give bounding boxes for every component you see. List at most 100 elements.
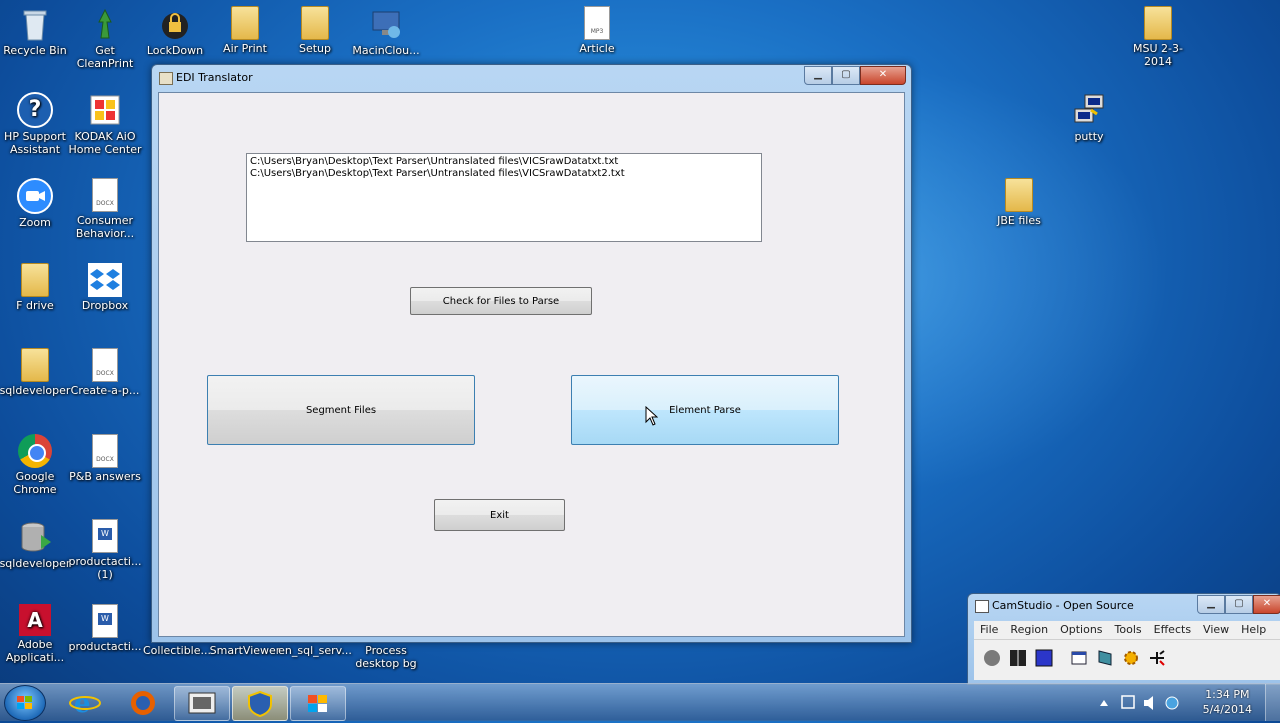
- camstudio-menubar: File Region Options Tools Effects View H…: [974, 621, 1280, 639]
- window-controls: ▁ ▢ ✕: [804, 66, 906, 85]
- docx-file-icon: DOCX: [92, 348, 118, 382]
- exit-button[interactable]: Exit: [434, 499, 565, 531]
- desktop-icon-putty[interactable]: putty: [1052, 92, 1126, 143]
- desktop-icon-dropbox[interactable]: Dropbox: [68, 263, 142, 312]
- desktop-icon-macincloud[interactable]: MacinClou...: [349, 6, 423, 57]
- element-parse-button[interactable]: Element Parse: [571, 375, 839, 445]
- recycle-bin-icon: [17, 6, 53, 42]
- menu-tools[interactable]: Tools: [1109, 621, 1148, 639]
- desktop-icon-hp-support[interactable]: ? HP Support Assistant: [0, 92, 72, 156]
- camstudio-app-icon: [975, 600, 989, 613]
- taskbar-paint[interactable]: [290, 686, 346, 721]
- camstudio-window: CamStudio - Open Source ▁ ▢ ✕ File Regio…: [967, 593, 1280, 685]
- taskbar-firefox[interactable]: [116, 686, 170, 719]
- start-button[interactable]: [4, 685, 46, 721]
- desktop-icon-process-desktop-bg[interactable]: Process desktop bg: [349, 644, 423, 670]
- segment-files-button[interactable]: Segment Files: [207, 375, 475, 445]
- word-doc-icon: W: [92, 519, 118, 553]
- windows-app-icon: [308, 695, 327, 712]
- show-desktop-button[interactable]: [1265, 684, 1280, 721]
- desktop-icon-sqldeveloper[interactable]: sqldeveloper: [0, 519, 72, 570]
- folder-icon: [1144, 6, 1172, 40]
- desktop-icon-consumer-behavior[interactable]: DOCX Consumer Behavior...: [68, 178, 142, 240]
- folder-icon: [231, 6, 259, 40]
- adobe-icon: A: [19, 604, 51, 636]
- putty-icon: [1071, 92, 1107, 128]
- check-files-button[interactable]: Check for Files to Parse: [410, 287, 592, 315]
- desktop-icon-lockdown[interactable]: LockDown: [138, 6, 212, 57]
- internet-explorer-icon: e: [69, 689, 101, 719]
- files-listbox[interactable]: C:\Users\Bryan\Desktop\Text Parser\Untra…: [246, 153, 762, 242]
- desktop-icon-productaction[interactable]: W productacti...: [68, 604, 142, 653]
- desktop-icon-pb-answers[interactable]: DOCX P&B answers: [68, 434, 142, 483]
- desktop-icon-kodak[interactable]: KODAK AiO Home Center: [68, 92, 142, 156]
- camstudio-close-button[interactable]: ✕: [1253, 595, 1280, 614]
- desktop-icon-setup[interactable]: Setup: [278, 6, 352, 55]
- desktop-icon-productaction-1[interactable]: W productacti... (1): [68, 519, 142, 581]
- menu-view[interactable]: View: [1197, 621, 1235, 639]
- camstudio-title: CamStudio - Open Source: [992, 599, 1134, 612]
- docx-file-icon: DOCX: [92, 434, 118, 468]
- show-hidden-icon: [1100, 700, 1108, 706]
- taskbar-edi-translator[interactable]: [232, 686, 288, 721]
- folder-shortcut-icon: [21, 263, 49, 297]
- pause-icon[interactable]: [1009, 649, 1027, 667]
- desktop-icon-f-drive[interactable]: F drive: [0, 263, 72, 312]
- menu-region[interactable]: Region: [1004, 621, 1054, 639]
- annotation-icon[interactable]: [1096, 649, 1114, 667]
- menu-effects[interactable]: Effects: [1148, 621, 1197, 639]
- desktop-icon-sqldeveloper-folder[interactable]: sqldeveloper: [0, 348, 72, 397]
- window-title: EDI Translator: [176, 71, 253, 84]
- zoom-icon: [17, 178, 53, 214]
- desktop-icon-jbe-files[interactable]: JBE files: [982, 178, 1056, 227]
- dropbox-icon: [88, 263, 122, 297]
- close-button[interactable]: ✕: [860, 66, 906, 85]
- desktop-icon-air-print[interactable]: Air Print: [208, 6, 282, 55]
- cleanprint-icon: [87, 6, 123, 42]
- desktop-icon-en-sql-server[interactable]: en_sql_serv...: [278, 644, 352, 657]
- maximize-button[interactable]: ▢: [832, 66, 860, 85]
- taskbar-internet-explorer[interactable]: e: [58, 686, 112, 719]
- folder-icon: [301, 6, 329, 40]
- menu-help[interactable]: Help: [1235, 621, 1272, 639]
- folder-icon: [21, 348, 49, 382]
- window-client-area: C:\Users\Bryan\Desktop\Text Parser\Untra…: [158, 92, 905, 637]
- taskbar-camstudio[interactable]: [174, 686, 230, 721]
- desktop-icon-article[interactable]: MP3 Article: [560, 6, 634, 55]
- desktop-icon-adobe[interactable]: A Adobe Applicati...: [0, 604, 72, 664]
- desktop-icon-collectible[interactable]: Collectible...: [140, 644, 214, 657]
- settings-icon[interactable]: [1122, 649, 1140, 667]
- folder-icon: [1005, 178, 1033, 212]
- desktop-icon-recycle-bin[interactable]: Recycle Bin: [0, 6, 72, 57]
- desktop-icon-zoom[interactable]: Zoom: [0, 178, 72, 229]
- autopan-icon[interactable]: [1148, 649, 1166, 667]
- app-icon: [159, 72, 173, 85]
- region-icon[interactable]: [1070, 649, 1088, 667]
- list-item[interactable]: C:\Users\Bryan\Desktop\Text Parser\Untra…: [247, 156, 761, 168]
- update-icon: [1165, 696, 1179, 710]
- camstudio-minimize-button[interactable]: ▁: [1197, 595, 1225, 614]
- network-icon: [1121, 695, 1135, 709]
- clock-time: 1:34 PM: [1205, 688, 1250, 701]
- record-icon[interactable]: [983, 649, 1001, 667]
- clock[interactable]: 1:34 PM 5/4/2014: [1203, 687, 1252, 717]
- menu-options[interactable]: Options: [1054, 621, 1108, 639]
- stop-icon[interactable]: [1035, 649, 1053, 667]
- clock-date: 5/4/2014: [1202, 703, 1252, 716]
- edi-translator-window: EDI Translator ▁ ▢ ✕ C:\Users\Bryan\Desk…: [151, 64, 912, 643]
- tray-icons: [1100, 695, 1179, 710]
- list-item[interactable]: C:\Users\Bryan\Desktop\Text Parser\Untra…: [247, 168, 761, 180]
- desktop-icon-get-cleanprint[interactable]: Get CleanPrint: [68, 6, 142, 70]
- remote-desktop-icon: [368, 6, 404, 42]
- kodak-icon: [87, 92, 123, 128]
- camstudio-maximize-button[interactable]: ▢: [1225, 595, 1253, 614]
- desktop-icon-create-a-p[interactable]: DOCX Create-a-p...: [68, 348, 142, 397]
- desktop-icon-msu[interactable]: MSU 2-3-2014: [1121, 6, 1195, 68]
- help-icon: ?: [17, 92, 53, 128]
- menu-file[interactable]: File: [974, 621, 1004, 639]
- desktop-icon-smartviewer[interactable]: SmartViewer: [208, 644, 282, 657]
- lock-icon: [157, 6, 193, 42]
- firefox-icon: [131, 691, 155, 715]
- minimize-button[interactable]: ▁: [804, 66, 832, 85]
- desktop-icon-google-chrome[interactable]: Google Chrome: [0, 434, 72, 496]
